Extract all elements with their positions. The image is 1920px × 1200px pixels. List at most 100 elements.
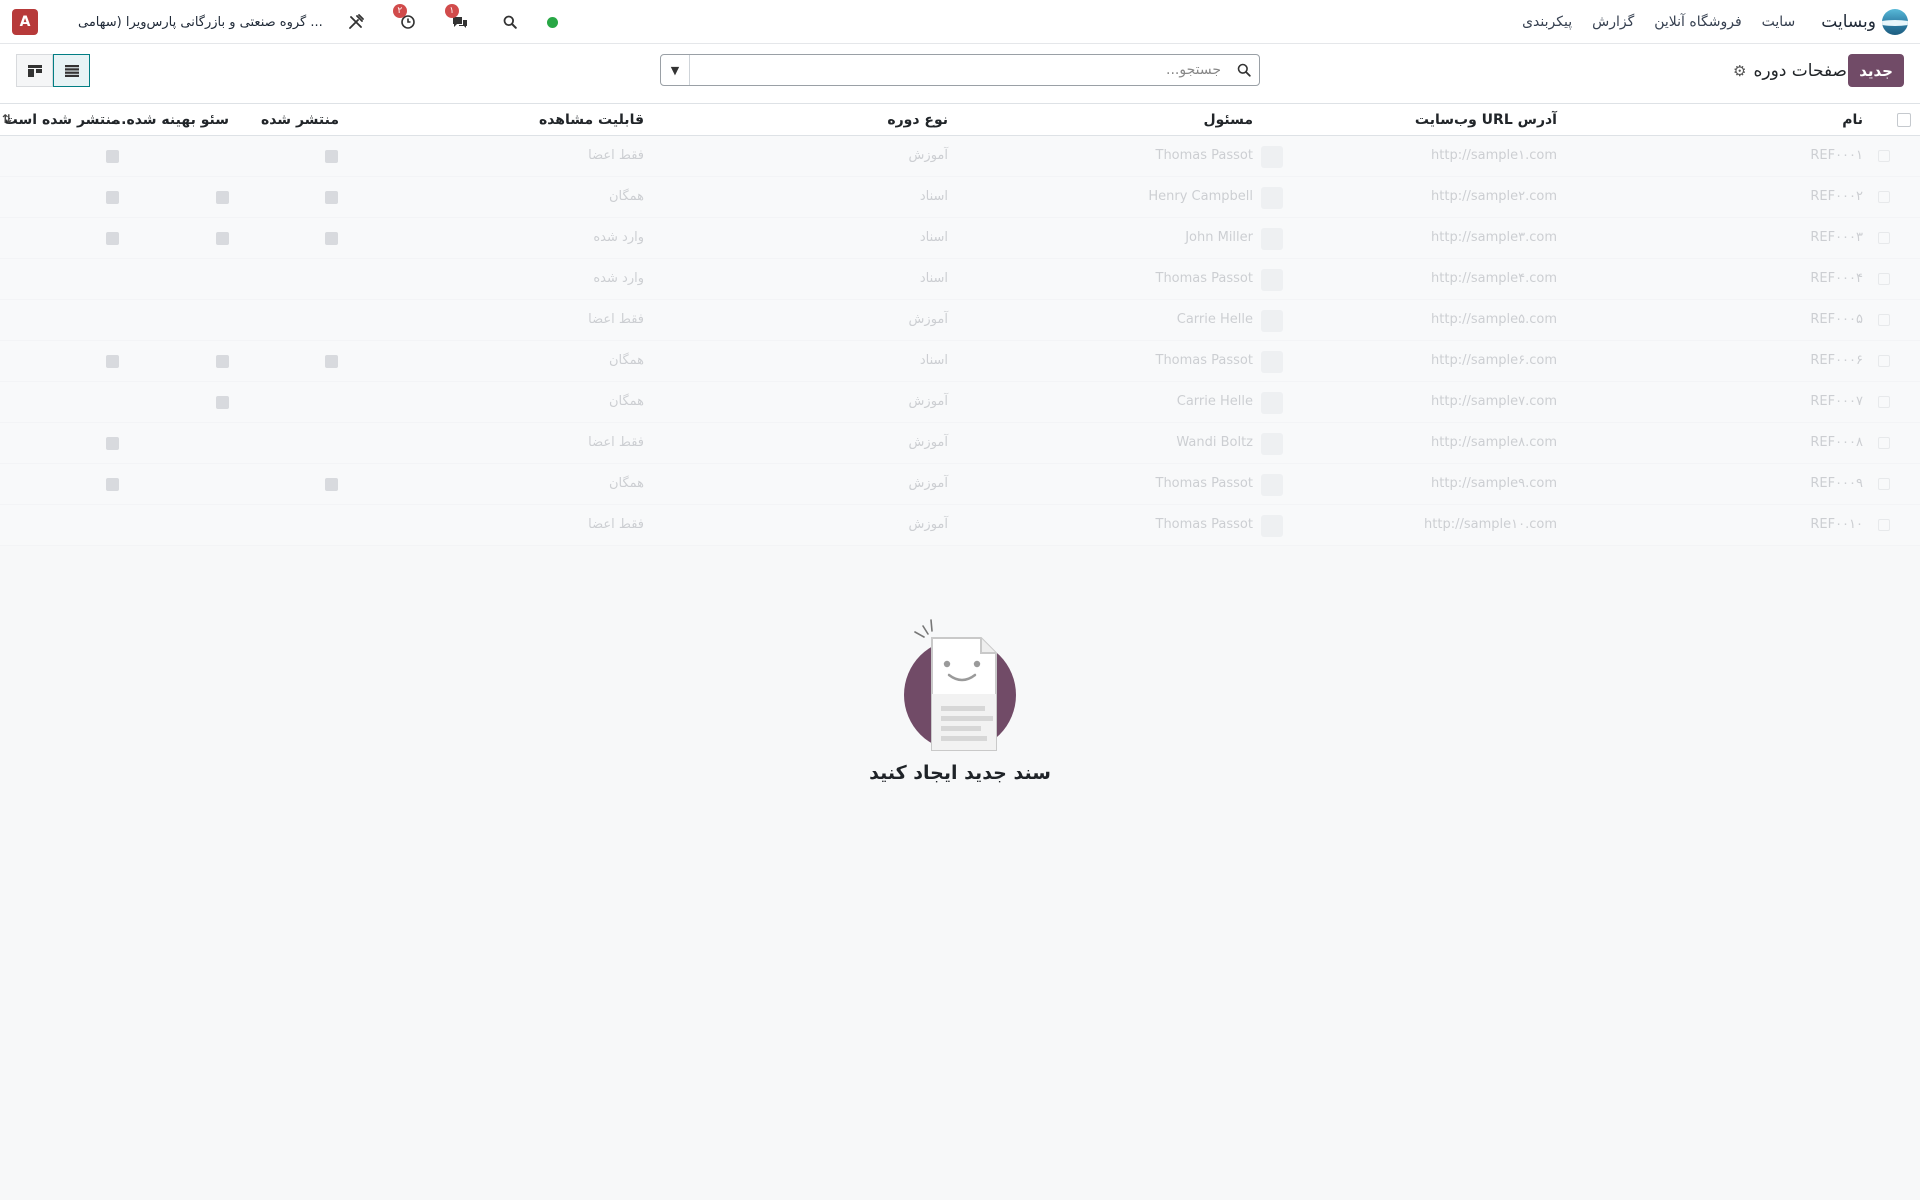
new-button[interactable]: جدید bbox=[1848, 54, 1904, 87]
app-brand[interactable]: وبسایت bbox=[1805, 9, 1920, 35]
responsible-avatar bbox=[1261, 310, 1283, 332]
cell-seo-checkbox bbox=[216, 355, 229, 368]
cell-course-type: آموزش bbox=[908, 394, 948, 409]
row-checkbox[interactable] bbox=[1878, 355, 1890, 367]
cell-url: http://sample۷.com bbox=[1431, 394, 1557, 409]
chat-icon[interactable]: ۱ bbox=[444, 4, 471, 33]
table-row[interactable]: REF۰۰۰۲ http://sample۲.com Henry Campbell ا… bbox=[0, 177, 1920, 218]
cell-course-type: اسناد bbox=[919, 189, 948, 204]
cell-url: http://sample۴.com bbox=[1431, 271, 1557, 286]
row-checkbox[interactable] bbox=[1878, 273, 1890, 285]
table-row[interactable]: REF۰۰۰۴ http://sample۴.com Thomas Passot اس… bbox=[0, 259, 1920, 300]
optional-columns-icon[interactable]: ⇅ bbox=[2, 112, 14, 126]
responsible-avatar bbox=[1261, 515, 1283, 537]
cell-url: http://sample۳.com bbox=[1431, 230, 1557, 245]
cell-course-type: اسناد bbox=[919, 271, 948, 286]
column-header-responsible[interactable]: مسئول bbox=[1203, 104, 1253, 136]
search-submit-icon[interactable] bbox=[1229, 63, 1259, 77]
cell-name: REF۰۰۰۹ bbox=[1810, 476, 1863, 491]
cell-visibility: فقط اعضا bbox=[588, 148, 644, 163]
column-header-name[interactable]: نام bbox=[1842, 104, 1863, 136]
control-panel: جدید صفحات دوره ⚙ ▼ bbox=[0, 44, 1920, 104]
view-switcher bbox=[16, 54, 90, 87]
company-switcher[interactable]: گروه صنعتی و بازرگانی پارس‌ویرا (سهامی .… bbox=[78, 15, 323, 30]
responsible-avatar bbox=[1261, 474, 1283, 496]
row-checkbox[interactable] bbox=[1878, 437, 1890, 449]
gear-icon[interactable]: ⚙ bbox=[1733, 62, 1746, 80]
row-checkbox[interactable] bbox=[1878, 396, 1890, 408]
select-all-checkbox[interactable] bbox=[1897, 113, 1911, 127]
cell-name: REF۰۰۰۷ bbox=[1810, 394, 1863, 409]
column-header-course-type[interactable]: نوع دوره bbox=[887, 104, 948, 136]
table-row[interactable]: REF۰۰۰۶ http://sample۶.com Thomas Passot اس… bbox=[0, 341, 1920, 382]
cell-published-checkbox bbox=[325, 355, 338, 368]
cell-seo-checkbox bbox=[216, 232, 229, 245]
responsible-avatar bbox=[1261, 187, 1283, 209]
navbar-menu: وبسایت سایت فروشگاه آنلاین گزارش پیکربند… bbox=[1512, 0, 1920, 44]
list-view-button[interactable] bbox=[53, 54, 90, 87]
app-name: وبسایت bbox=[1821, 12, 1876, 32]
row-checkbox[interactable] bbox=[1878, 478, 1890, 490]
presence-status-icon bbox=[546, 16, 558, 28]
column-header-seo[interactable]: سئو بهینه شده... bbox=[110, 104, 229, 136]
column-header-visibility[interactable]: قابلیت مشاهده bbox=[539, 104, 644, 136]
cell-course-type: آموزش bbox=[908, 435, 948, 450]
cell-course-type: آموزش bbox=[908, 148, 948, 163]
cell-visibility: وارد شده bbox=[593, 230, 644, 245]
table-row[interactable]: REF۰۰۰۳ http://sample۳.com John Miller اسنا… bbox=[0, 218, 1920, 259]
row-checkbox[interactable] bbox=[1878, 150, 1890, 162]
cell-url: http://sample۸.com bbox=[1431, 435, 1557, 450]
menu-item-configuration[interactable]: پیکربندی bbox=[1512, 14, 1582, 30]
cell-url: http://sample۵.com bbox=[1431, 312, 1557, 327]
responsible-avatar bbox=[1261, 392, 1283, 414]
cell-responsible: Thomas Passot bbox=[1155, 148, 1254, 163]
table-row[interactable]: REF۰۰۰۹ http://sample۹.com Thomas Passot آم… bbox=[0, 464, 1920, 505]
table-row[interactable]: REF۰۰۰۷ http://sample۷.com Carrie Helle آمو… bbox=[0, 382, 1920, 423]
responsible-avatar bbox=[1261, 351, 1283, 373]
cell-name: REF۰۰۰۲ bbox=[1810, 189, 1863, 204]
cell-visibility: همگان bbox=[608, 353, 644, 368]
cell-is-published-checkbox bbox=[106, 191, 119, 204]
table-row[interactable]: REF۰۰۰۱ http://sample۱.com Thomas Passot آم… bbox=[0, 136, 1920, 177]
menu-item-site[interactable]: سایت bbox=[1752, 14, 1806, 30]
search-options-toggle[interactable]: ▼ bbox=[661, 55, 690, 85]
cell-visibility: همگان bbox=[608, 394, 644, 409]
cell-is-published-checkbox bbox=[106, 355, 119, 368]
row-checkbox[interactable] bbox=[1878, 232, 1890, 244]
empty-state-helper: سند جدید ایجاد کنید bbox=[0, 618, 1920, 784]
list-icon bbox=[64, 64, 79, 77]
menu-item-report[interactable]: گزارش bbox=[1582, 14, 1644, 30]
cell-responsible: Thomas Passot bbox=[1155, 517, 1254, 532]
row-checkbox[interactable] bbox=[1878, 314, 1890, 326]
page-title: صفحات دوره bbox=[1753, 61, 1848, 81]
cell-visibility: وارد شده bbox=[593, 271, 644, 286]
menu-item-online-store[interactable]: فروشگاه آنلاین bbox=[1644, 14, 1751, 30]
cell-visibility: همگان bbox=[608, 189, 644, 204]
row-checkbox[interactable] bbox=[1878, 191, 1890, 203]
responsible-avatar bbox=[1261, 228, 1283, 250]
cell-name: REF۰۰۰۸ bbox=[1810, 435, 1863, 450]
cell-name: REF۰۰۰۴ bbox=[1810, 271, 1863, 286]
cell-responsible: Carrie Helle bbox=[1176, 312, 1253, 327]
cell-published-checkbox bbox=[325, 191, 338, 204]
row-checkbox[interactable] bbox=[1878, 519, 1890, 531]
cell-url: http://sample۱.com bbox=[1431, 148, 1557, 163]
smiling-document-illustration bbox=[904, 619, 1016, 751]
column-header-published[interactable]: منتشر شده bbox=[261, 104, 339, 136]
cell-published-checkbox bbox=[325, 232, 338, 245]
user-avatar[interactable]: A bbox=[12, 9, 38, 35]
search-icon[interactable] bbox=[499, 11, 521, 33]
activity-clock-icon[interactable]: ۲ bbox=[392, 4, 419, 33]
table-row[interactable]: REF۰۰۰۵ http://sample۵.com Carrie Helle آمو… bbox=[0, 300, 1920, 341]
search-input[interactable] bbox=[690, 55, 1229, 85]
kanban-view-button[interactable] bbox=[16, 54, 53, 87]
table-row[interactable]: REF۰۰۱۰ http://sample۱۰.com Thomas Passot آ… bbox=[0, 505, 1920, 546]
cell-course-type: آموزش bbox=[908, 312, 948, 327]
cell-visibility: همگان bbox=[608, 476, 644, 491]
responsible-avatar bbox=[1261, 433, 1283, 455]
debug-tools-icon[interactable] bbox=[345, 11, 367, 33]
cell-course-type: آموزش bbox=[908, 476, 948, 491]
table-row[interactable]: REF۰۰۰۸ http://sample۸.com Wandi Boltz آموز… bbox=[0, 423, 1920, 464]
column-header-is-published[interactable]: منتشر شده است bbox=[4, 104, 120, 136]
column-header-url[interactable]: آدرس URL وب‌سایت bbox=[1415, 104, 1557, 136]
